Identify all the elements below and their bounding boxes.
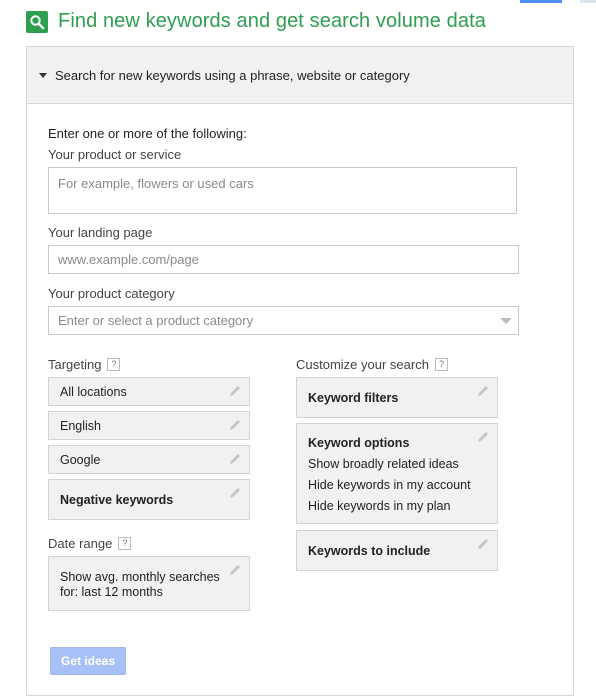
negative-keywords-label: Negative keywords <box>60 493 174 507</box>
keyword-options[interactable]: Keyword options Show broadly related ide… <box>296 423 498 524</box>
language-value: English <box>60 419 101 433</box>
customize-label: Customize your search ? <box>296 357 448 372</box>
pencil-icon[interactable] <box>228 563 242 577</box>
category-input[interactable] <box>58 313 478 328</box>
keyword-options-title: Keyword options <box>308 436 410 450</box>
product-input[interactable] <box>48 167 517 214</box>
panel-header-label: Search for new keywords using a phrase, … <box>55 67 410 83</box>
instructions-text: Enter one or more of the following: <box>48 126 247 141</box>
option-broadly-related: Show broadly related ideas <box>308 457 459 471</box>
search-icon <box>26 10 48 33</box>
option-hide-in-account: Hide keywords in my account <box>308 478 471 492</box>
page-title: Find new keywords and get search volume … <box>58 10 486 32</box>
pencil-icon[interactable] <box>228 486 242 500</box>
date-range-label: Date range ? <box>48 536 132 551</box>
locations-value: All locations <box>60 385 127 399</box>
keywords-to-include[interactable]: Keywords to include <box>296 530 498 571</box>
pencil-icon[interactable] <box>228 452 242 466</box>
date-range-line2: for: last 12 months <box>60 585 163 599</box>
pencil-icon[interactable] <box>476 430 490 444</box>
page-header: Find new keywords and get search volume … <box>26 10 486 33</box>
targeting-label: Targeting ? <box>48 357 121 372</box>
targeting-locations[interactable]: All locations <box>48 377 250 406</box>
category-label: Your product category <box>48 286 175 301</box>
landing-page-label: Your landing page <box>48 225 153 240</box>
dropdown-arrow-icon[interactable] <box>500 318 512 324</box>
targeting-network[interactable]: Google <box>48 445 250 474</box>
date-range-line1: Show avg. monthly searches <box>60 570 220 584</box>
panel-header-toggle[interactable]: Search for new keywords using a phrase, … <box>27 47 573 104</box>
category-select[interactable] <box>48 306 519 335</box>
negative-keywords[interactable]: Negative keywords <box>48 479 250 520</box>
customize-help-icon[interactable]: ? <box>434 358 448 371</box>
pencil-icon[interactable] <box>476 384 490 398</box>
top-accent-bar-secondary <box>580 0 596 3</box>
customize-label-text: Customize your search <box>296 357 429 372</box>
get-ideas-button[interactable]: Get ideas <box>50 647 126 675</box>
pencil-icon[interactable] <box>228 418 242 432</box>
keyword-filters-label: Keyword filters <box>308 391 399 405</box>
targeting-help-icon[interactable]: ? <box>107 358 121 371</box>
network-value: Google <box>60 453 101 467</box>
keywords-to-include-label: Keywords to include <box>308 544 431 558</box>
product-label: Your product or service <box>48 147 182 162</box>
caret-down-icon[interactable] <box>39 72 47 78</box>
keyword-filters[interactable]: Keyword filters <box>296 377 498 418</box>
date-range-box[interactable]: Show avg. monthly searches for: last 12 … <box>48 556 250 611</box>
landing-page-input[interactable] <box>48 245 519 274</box>
option-hide-in-plan: Hide keywords in my plan <box>308 499 451 513</box>
pencil-icon[interactable] <box>228 384 242 398</box>
pencil-icon[interactable] <box>476 537 490 551</box>
date-range-help-icon[interactable]: ? <box>118 537 132 550</box>
targeting-language[interactable]: English <box>48 411 250 440</box>
targeting-label-text: Targeting <box>48 357 102 372</box>
date-range-label-text: Date range <box>48 536 113 551</box>
top-accent-bar <box>520 0 562 3</box>
keyword-search-panel: Search for new keywords using a phrase, … <box>26 46 574 696</box>
